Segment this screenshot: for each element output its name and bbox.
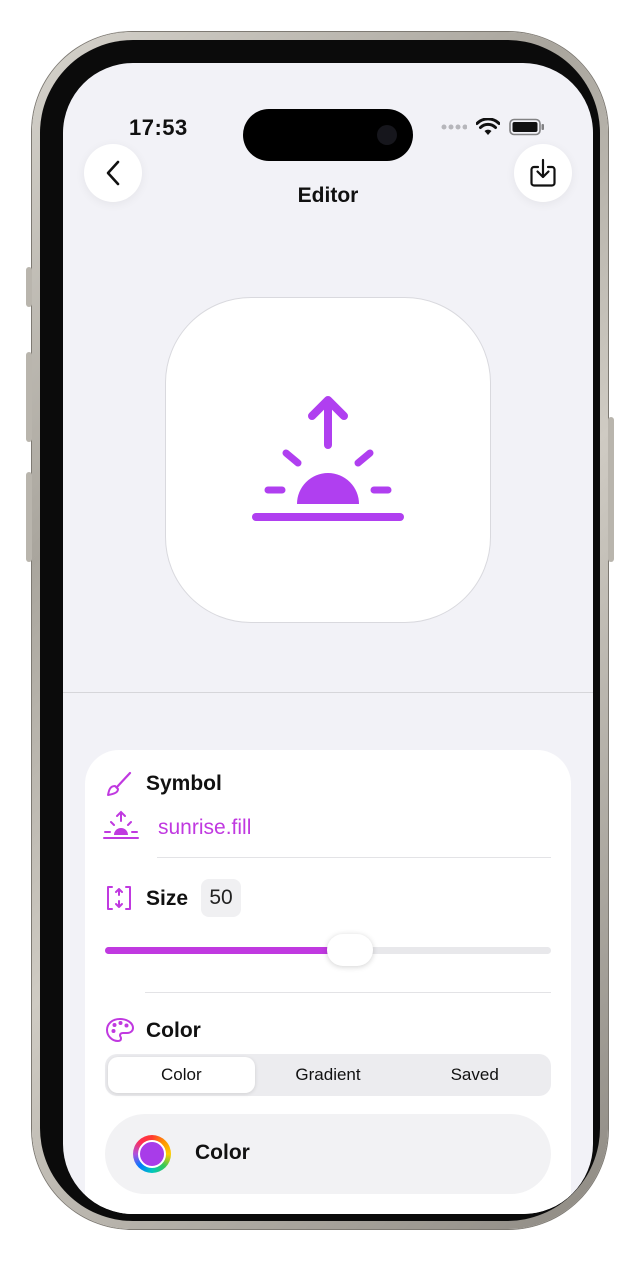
chevron-left-icon xyxy=(106,160,120,186)
color-wheel-icon xyxy=(133,1135,171,1173)
icon-preview-card xyxy=(165,297,491,623)
settings-panel: Symbol sunrise.fill Size 50 Color Color … xyxy=(85,750,571,1214)
segment-color[interactable]: Color xyxy=(108,1057,255,1093)
camera-icon xyxy=(377,125,397,145)
symbol-divider xyxy=(157,857,551,858)
status-indicators xyxy=(441,118,545,136)
status-time: 17:53 xyxy=(129,115,188,140)
symbol-name: sunrise.fill xyxy=(158,816,252,839)
color-mode-segmented-control[interactable]: Color Gradient Saved xyxy=(105,1054,551,1096)
selected-color-swatch xyxy=(138,1140,166,1168)
phone-frame: 17:53 Editor Symbol sunrise.fill Size 50… xyxy=(26,32,614,1229)
volume-up-button xyxy=(26,352,32,442)
size-slider-thumb[interactable] xyxy=(327,934,374,966)
power-button xyxy=(608,417,614,562)
phone-bezel: 17:53 Editor Symbol sunrise.fill Size 50… xyxy=(40,40,600,1221)
color-section-label: Color xyxy=(146,1019,201,1042)
action-button xyxy=(26,267,32,307)
color-picker-label: Color xyxy=(195,1141,250,1164)
section-divider xyxy=(63,692,593,693)
export-button[interactable] xyxy=(514,144,572,202)
volume-down-button xyxy=(26,472,32,562)
dynamic-island xyxy=(243,109,413,161)
paintbrush-icon xyxy=(107,771,132,796)
resize-icon xyxy=(107,886,131,910)
symbol-section-label: Symbol xyxy=(146,772,222,795)
size-section-label: Size xyxy=(146,887,189,910)
size-divider xyxy=(145,992,551,993)
segment-saved[interactable]: Saved xyxy=(401,1057,548,1093)
wifi-icon xyxy=(476,118,500,135)
sunrise-small-icon xyxy=(103,810,139,839)
size-value[interactable]: 50 xyxy=(201,879,241,917)
square-arrow-down-icon xyxy=(530,158,556,187)
screen: 17:53 Editor Symbol sunrise.fill Size 50… xyxy=(63,63,593,1214)
size-slider-fill xyxy=(105,947,351,954)
signal-dots-icon xyxy=(441,124,467,130)
color-picker-row[interactable]: Color xyxy=(105,1114,551,1194)
battery-icon xyxy=(509,118,544,136)
sunrise-fill-icon xyxy=(252,396,404,521)
palette-icon xyxy=(106,1018,134,1042)
page-title: Editor xyxy=(297,184,359,207)
segment-gradient[interactable]: Gradient xyxy=(255,1057,402,1093)
